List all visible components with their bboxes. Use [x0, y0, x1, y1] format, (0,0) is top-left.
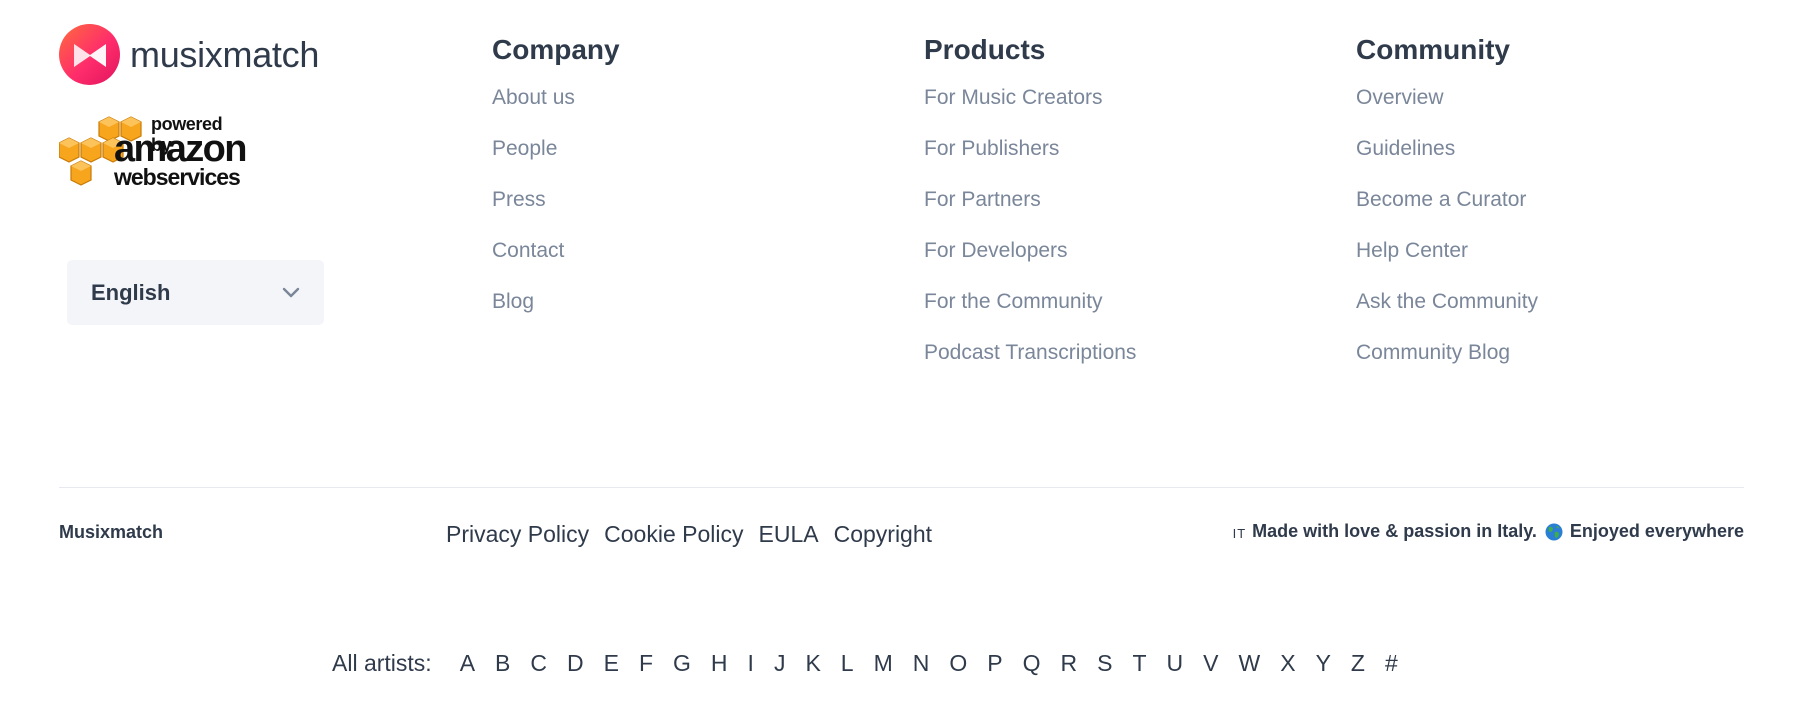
footer-link-help-center[interactable]: Help Center	[1356, 239, 1468, 262]
made-with-love-text: Made with love & passion in Italy.	[1252, 521, 1537, 541]
footer-link-guidelines[interactable]: Guidelines	[1356, 137, 1455, 160]
artist-letter-q[interactable]: Q	[1023, 650, 1041, 677]
footer-link-become-curator[interactable]: Become a Curator	[1356, 188, 1526, 211]
artist-letter-a[interactable]: A	[460, 650, 475, 677]
artist-letter-y[interactable]: Y	[1316, 650, 1331, 677]
artist-letter-w[interactable]: W	[1239, 650, 1261, 677]
footer-link-contact[interactable]: Contact	[492, 239, 564, 262]
footer-link-overview[interactable]: Overview	[1356, 86, 1444, 109]
community-links-column: Community Overview Guidelines Become a C…	[1356, 32, 1538, 389]
footer-link-music-creators[interactable]: For Music Creators	[924, 86, 1103, 109]
artist-letter-n[interactable]: N	[913, 650, 930, 677]
footer-link-for-the-community[interactable]: For the Community	[924, 290, 1103, 313]
chevron-down-icon	[282, 287, 300, 299]
globe-icon	[1545, 523, 1563, 541]
artist-letter-s[interactable]: S	[1097, 650, 1112, 677]
footer-link-podcast-transcriptions[interactable]: Podcast Transcriptions	[924, 341, 1136, 364]
artist-letter-f[interactable]: F	[639, 650, 653, 677]
artist-letter-o[interactable]: O	[949, 650, 967, 677]
footer-link-publishers[interactable]: For Publishers	[924, 137, 1059, 160]
language-select-value: English	[91, 279, 171, 305]
musixmatch-logo-icon	[59, 24, 120, 85]
artist-letter-b[interactable]: B	[495, 650, 510, 677]
brand-home-link[interactable]: musixmatch	[59, 24, 319, 85]
footer-link-about-us[interactable]: About us	[492, 86, 575, 109]
artist-letter-u[interactable]: U	[1167, 650, 1184, 677]
artist-letter-l[interactable]: L	[841, 650, 854, 677]
footer-link-blog[interactable]: Blog	[492, 290, 534, 313]
artist-letter-m[interactable]: M	[874, 650, 893, 677]
italy-flag-icon: IT	[1232, 526, 1247, 541]
artists-alphabet-nav: All artists: A B C D E F G H I J K L M N…	[332, 650, 1418, 677]
artist-letter-v[interactable]: V	[1203, 650, 1218, 677]
artist-letter-x[interactable]: X	[1280, 650, 1295, 677]
enjoyed-everywhere-text: Enjoyed everywhere	[1569, 521, 1744, 541]
footer-link-developers[interactable]: For Developers	[924, 239, 1068, 262]
artist-letter-i[interactable]: I	[748, 650, 754, 677]
artist-letter-c[interactable]: C	[530, 650, 547, 677]
aws-powered-by-badge: powered by amazon webservices	[59, 114, 247, 190]
made-in-italy-note: IT Made with love & passion in Italy. En…	[1233, 521, 1744, 542]
artist-letter-h[interactable]: H	[711, 650, 728, 677]
products-links-column: Products For Music Creators For Publishe…	[924, 32, 1136, 389]
footer-link-press[interactable]: Press	[492, 188, 546, 211]
artist-letter-k[interactable]: K	[805, 650, 820, 677]
footer-divider	[59, 487, 1744, 488]
company-links-column: Company About us People Press Contact Bl…	[492, 32, 620, 338]
brand-name: musixmatch	[130, 33, 320, 75]
company-column-title: Company	[492, 34, 620, 65]
cookie-policy-link[interactable]: Cookie Policy	[604, 521, 743, 548]
footer-link-community-blog[interactable]: Community Blog	[1356, 341, 1510, 364]
artist-letter-e[interactable]: E	[604, 650, 619, 677]
footer-link-ask-community[interactable]: Ask the Community	[1356, 290, 1538, 313]
artist-letter-g[interactable]: G	[673, 650, 691, 677]
copyright-link[interactable]: Copyright	[834, 521, 932, 548]
community-column-title: Community	[1356, 34, 1510, 65]
eula-link[interactable]: EULA	[759, 521, 819, 548]
artist-letter-d[interactable]: D	[567, 650, 584, 677]
legal-links: Privacy Policy Cookie Policy EULA Copyri…	[446, 521, 947, 548]
footer-link-partners[interactable]: For Partners	[924, 188, 1041, 211]
artist-letter-r[interactable]: R	[1061, 650, 1078, 677]
artist-letter-j[interactable]: J	[774, 650, 786, 677]
artist-letter-hash[interactable]: #	[1385, 650, 1398, 677]
all-artists-label: All artists:	[332, 650, 432, 676]
privacy-policy-link[interactable]: Privacy Policy	[446, 521, 589, 548]
language-select[interactable]: English	[67, 260, 324, 325]
products-column-title: Products	[924, 34, 1046, 65]
artist-letter-t[interactable]: T	[1132, 650, 1146, 677]
legal-brand-name: Musixmatch	[59, 522, 164, 542]
aws-webservices-text: webservices	[114, 164, 241, 190]
footer-link-people[interactable]: People	[492, 137, 557, 160]
artist-letter-z[interactable]: Z	[1351, 650, 1365, 677]
artist-letter-p[interactable]: P	[987, 650, 1002, 677]
